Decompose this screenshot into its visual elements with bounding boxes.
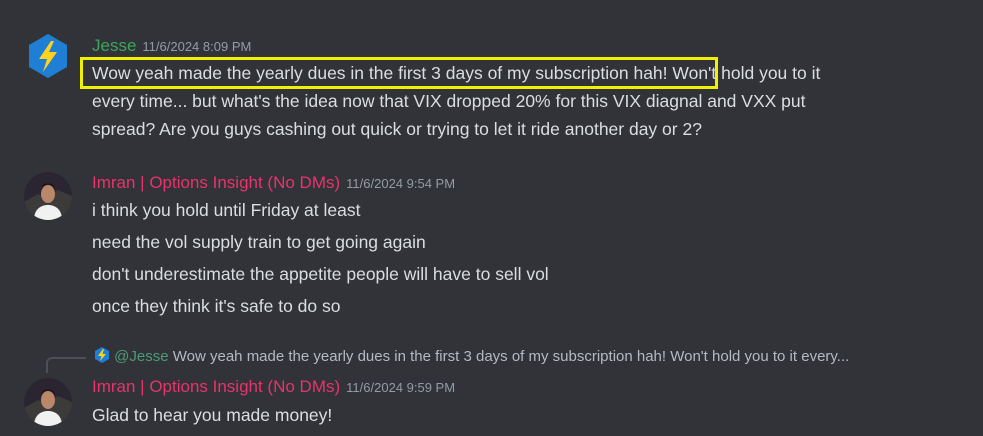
username[interactable]: Imran | Options Insight (No DMs) xyxy=(92,377,340,396)
username[interactable]: Imran | Options Insight (No DMs) xyxy=(92,173,340,192)
highlight-box xyxy=(80,57,718,89)
message-line: spread? Are you guys cashing out quick o… xyxy=(92,119,702,139)
message-line: don't underestimate the appetite people … xyxy=(92,264,549,284)
chat-message-list: Jesse 11/6/2024 8:09 PM Wow yeah made the… xyxy=(0,0,983,436)
reply-text: Wow yeah made the yearly dues in the fir… xyxy=(172,348,850,365)
avatar[interactable] xyxy=(24,172,72,220)
avatar[interactable] xyxy=(24,378,72,426)
reply-spine xyxy=(46,357,86,373)
reply-mention[interactable]: @Jesse xyxy=(114,348,168,365)
lightning-bolt-icon xyxy=(95,347,109,363)
user-photo-icon xyxy=(24,172,72,220)
timestamp: 11/6/2024 9:59 PM xyxy=(346,380,456,395)
message-line: need the vol supply train to get going a… xyxy=(92,232,426,252)
avatar[interactable] xyxy=(24,32,72,80)
reply-preview[interactable]: @Jesse Wow yeah made the yearly dues in … xyxy=(94,346,849,368)
message-line: i think you hold until Friday at least xyxy=(92,200,361,220)
user-photo-icon xyxy=(24,378,72,426)
message-line: Glad to hear you made money! xyxy=(92,405,333,425)
timestamp: 11/6/2024 8:09 PM xyxy=(142,39,252,54)
username[interactable]: Jesse xyxy=(92,36,136,55)
message-line: once they think it's safe to do so xyxy=(92,296,341,316)
timestamp: 11/6/2024 9:54 PM xyxy=(346,176,456,191)
message-line: every time... but what's the idea now th… xyxy=(92,91,806,111)
lightning-bolt-icon xyxy=(24,32,72,80)
